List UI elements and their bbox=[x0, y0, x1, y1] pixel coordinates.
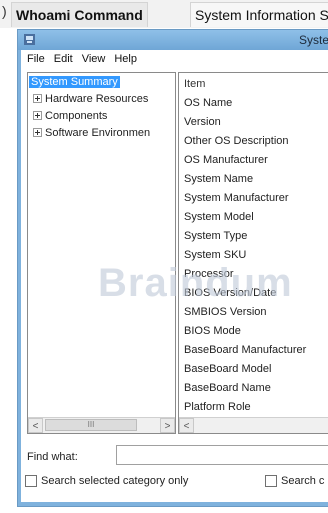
expand-icon[interactable] bbox=[33, 93, 42, 103]
list-item[interactable]: Processor bbox=[184, 265, 234, 284]
expand-icon[interactable] bbox=[33, 127, 42, 137]
list-item[interactable]: System Type bbox=[184, 227, 247, 246]
find-what-label: Find what: bbox=[27, 451, 78, 463]
tab-system-information[interactable]: System Information Se bbox=[190, 2, 328, 27]
list-item[interactable]: System Manufacturer bbox=[184, 189, 289, 208]
tab-edge-glyph: ) bbox=[2, 3, 7, 19]
list-horizontal-scrollbar[interactable]: < bbox=[179, 417, 328, 433]
column-header-item[interactable]: Item bbox=[184, 75, 205, 94]
list-item[interactable]: System Model bbox=[184, 208, 254, 227]
details-list[interactable]: Item OS Name Version Other OS Descriptio… bbox=[178, 72, 328, 434]
list-item[interactable]: System Name bbox=[184, 170, 253, 189]
tree-item-software-environment[interactable]: Software Environmen bbox=[28, 125, 150, 142]
list-item[interactable]: Other OS Description bbox=[184, 132, 289, 151]
menu-file[interactable]: File bbox=[27, 53, 45, 65]
menu-view[interactable]: View bbox=[82, 53, 106, 65]
system-information-window: Syste File Edit View Help System Summary… bbox=[17, 29, 328, 507]
list-item[interactable]: BIOS Version/Date bbox=[184, 284, 276, 303]
app-icon bbox=[24, 34, 35, 45]
tree-item-hardware-resources[interactable]: Hardware Resources bbox=[28, 91, 148, 108]
tree-item-components[interactable]: Components bbox=[28, 108, 107, 125]
search-category-names-checkbox[interactable]: Search c bbox=[265, 474, 324, 488]
scroll-right-arrow-icon[interactable]: > bbox=[160, 418, 175, 433]
scrollbar-thumb[interactable]: III bbox=[45, 419, 137, 431]
checkbox-label: Search selected category only bbox=[41, 475, 189, 487]
tree-item-label: System Summary bbox=[29, 76, 120, 88]
list-item[interactable]: BaseBoard Name bbox=[184, 379, 271, 398]
tab-whoami-command[interactable]: Whoami Command bbox=[11, 2, 148, 27]
scroll-left-arrow-icon[interactable]: < bbox=[28, 418, 43, 433]
expand-icon[interactable] bbox=[33, 110, 42, 120]
list-item[interactable]: OS Name bbox=[184, 94, 232, 113]
list-item[interactable]: Platform Role bbox=[184, 398, 251, 417]
tab-strip: ) Whoami Command System Information Se bbox=[0, 0, 328, 28]
list-item[interactable]: System SKU bbox=[184, 246, 246, 265]
list-item[interactable]: BaseBoard Model bbox=[184, 360, 271, 379]
list-item[interactable]: BIOS Mode bbox=[184, 322, 241, 341]
tree-item-label: Components bbox=[45, 110, 108, 122]
window-title: Syste bbox=[298, 33, 328, 47]
menu-edit[interactable]: Edit bbox=[54, 53, 73, 65]
tree-horizontal-scrollbar[interactable]: < III > bbox=[28, 417, 175, 433]
list-item[interactable]: OS Manufacturer bbox=[184, 151, 268, 170]
tree-item-label: Software Environmen bbox=[45, 127, 151, 139]
tree-item-system-summary[interactable]: System Summary bbox=[29, 74, 120, 91]
checkbox-box[interactable] bbox=[265, 475, 277, 487]
scroll-left-arrow-icon[interactable]: < bbox=[179, 418, 194, 433]
menu-bar: File Edit View Help bbox=[21, 50, 328, 68]
title-bar[interactable]: Syste bbox=[18, 30, 328, 50]
find-what-input[interactable] bbox=[116, 445, 328, 465]
list-item[interactable]: BaseBoard Manufacturer bbox=[184, 341, 306, 360]
category-tree[interactable]: System Summary Hardware Resources Compon… bbox=[27, 72, 176, 434]
search-selected-category-checkbox[interactable]: Search selected category only bbox=[25, 474, 188, 488]
checkbox-label: Search c bbox=[281, 475, 325, 487]
checkbox-box[interactable] bbox=[25, 475, 37, 487]
list-item[interactable]: Version bbox=[184, 113, 221, 132]
window-client: File Edit View Help System Summary Hardw… bbox=[21, 50, 328, 502]
menu-help[interactable]: Help bbox=[114, 53, 137, 65]
list-item[interactable]: SMBIOS Version bbox=[184, 303, 267, 322]
tree-item-label: Hardware Resources bbox=[45, 93, 149, 105]
